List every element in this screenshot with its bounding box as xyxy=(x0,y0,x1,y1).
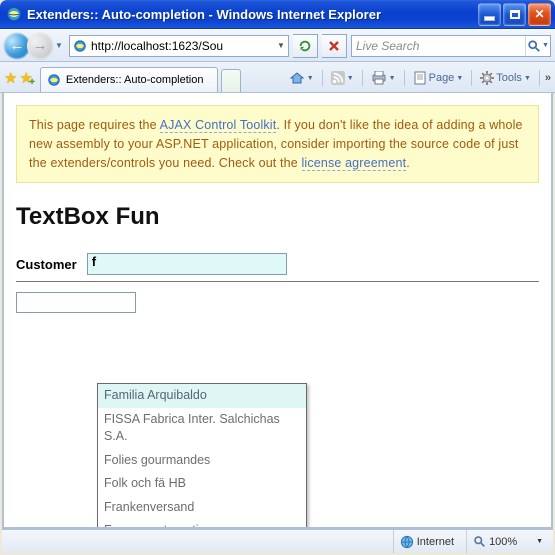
status-zone-label: Internet xyxy=(417,536,454,548)
autocomplete-item[interactable]: Frankenversand xyxy=(98,496,306,520)
nav-forward-button[interactable]: → xyxy=(27,33,53,59)
autocomplete-item[interactable]: Folk och fä HB xyxy=(98,472,306,496)
customer-input-value: f xyxy=(92,254,96,269)
tab-label: Extenders:: Auto-completion xyxy=(66,74,204,86)
page-favicon xyxy=(70,36,90,56)
status-zoom-value: 100% xyxy=(489,536,533,548)
stop-button[interactable] xyxy=(322,34,347,58)
new-tab-button[interactable] xyxy=(221,69,241,92)
autocomplete-list: Familia Arquibaldo FISSA Fabrica Inter. … xyxy=(97,383,307,529)
address-url: http://localhost:1623/Sou xyxy=(90,39,274,53)
tools-menu[interactable]: Tools▼ xyxy=(477,69,534,87)
add-favorite-icon[interactable]: ★ xyxy=(19,69,32,87)
window-titlebar: Extenders:: Auto-completion - Windows In… xyxy=(0,0,555,29)
autocomplete-item[interactable]: Folies gourmandes xyxy=(98,449,306,473)
search-placeholder: Live Search xyxy=(352,39,525,53)
feeds-button[interactable]: ▼ xyxy=(328,69,357,87)
toolbar-overflow[interactable]: » xyxy=(545,72,551,84)
tab-favicon xyxy=(46,72,62,88)
search-box[interactable]: Live Search ▼ xyxy=(351,35,551,57)
notice-link-license[interactable]: license agreement xyxy=(302,156,407,171)
status-bar: Internet 100% ▼ xyxy=(2,529,553,553)
notice-box: This page requires the AJAX Control Tool… xyxy=(16,105,539,183)
autocomplete-item[interactable]: Familia Arquibaldo xyxy=(98,384,306,408)
tools-menu-label: Tools xyxy=(496,72,522,84)
browser-tab[interactable]: Extenders:: Auto-completion xyxy=(40,67,218,92)
search-go-button[interactable]: ▼ xyxy=(525,36,550,56)
navigation-bar: ← → ▼ http://localhost:1623/Sou ▼ Live S… xyxy=(0,29,555,62)
notice-text-1: This page requires the xyxy=(29,118,160,132)
divider xyxy=(16,281,539,282)
tab-bar: ★ ★ Extenders:: Auto-completion ▼ ▼ ▼ xyxy=(0,62,555,93)
address-bar[interactable]: http://localhost:1623/Sou ▼ xyxy=(69,35,289,57)
favorites-icon[interactable]: ★ xyxy=(4,69,17,87)
print-button[interactable]: ▼ xyxy=(368,69,399,87)
refresh-button[interactable] xyxy=(293,34,318,58)
customer-label: Customer xyxy=(16,257,77,272)
ie-app-icon xyxy=(6,6,22,22)
notice-text-3: . xyxy=(406,156,410,170)
result-input[interactable] xyxy=(16,292,136,313)
page-menu[interactable]: Page▼ xyxy=(410,69,467,87)
autocomplete-item[interactable]: FISSA Fabrica Inter. Salchichas S.A. xyxy=(98,408,306,449)
window-title: Extenders:: Auto-completion - Windows In… xyxy=(27,7,478,22)
page-menu-label: Page xyxy=(429,72,455,84)
home-button[interactable]: ▼ xyxy=(286,68,317,88)
status-zoom[interactable]: 100% ▼ xyxy=(466,530,549,553)
browser-viewport: This page requires the AJAX Control Tool… xyxy=(2,93,553,529)
status-zone[interactable]: Internet xyxy=(393,530,460,553)
window-close-button[interactable] xyxy=(528,3,551,26)
page-heading: TextBox Fun xyxy=(16,203,539,231)
window-minimize-button[interactable] xyxy=(478,3,501,26)
customer-input[interactable]: f xyxy=(87,253,287,275)
notice-link-toolkit[interactable]: AJAX Control Toolkit xyxy=(160,118,277,133)
nav-history-dropdown[interactable]: ▼ xyxy=(53,41,65,50)
window-maximize-button[interactable] xyxy=(503,3,526,26)
autocomplete-item[interactable]: France restauration xyxy=(98,519,306,529)
address-dropdown[interactable]: ▼ xyxy=(274,41,288,50)
